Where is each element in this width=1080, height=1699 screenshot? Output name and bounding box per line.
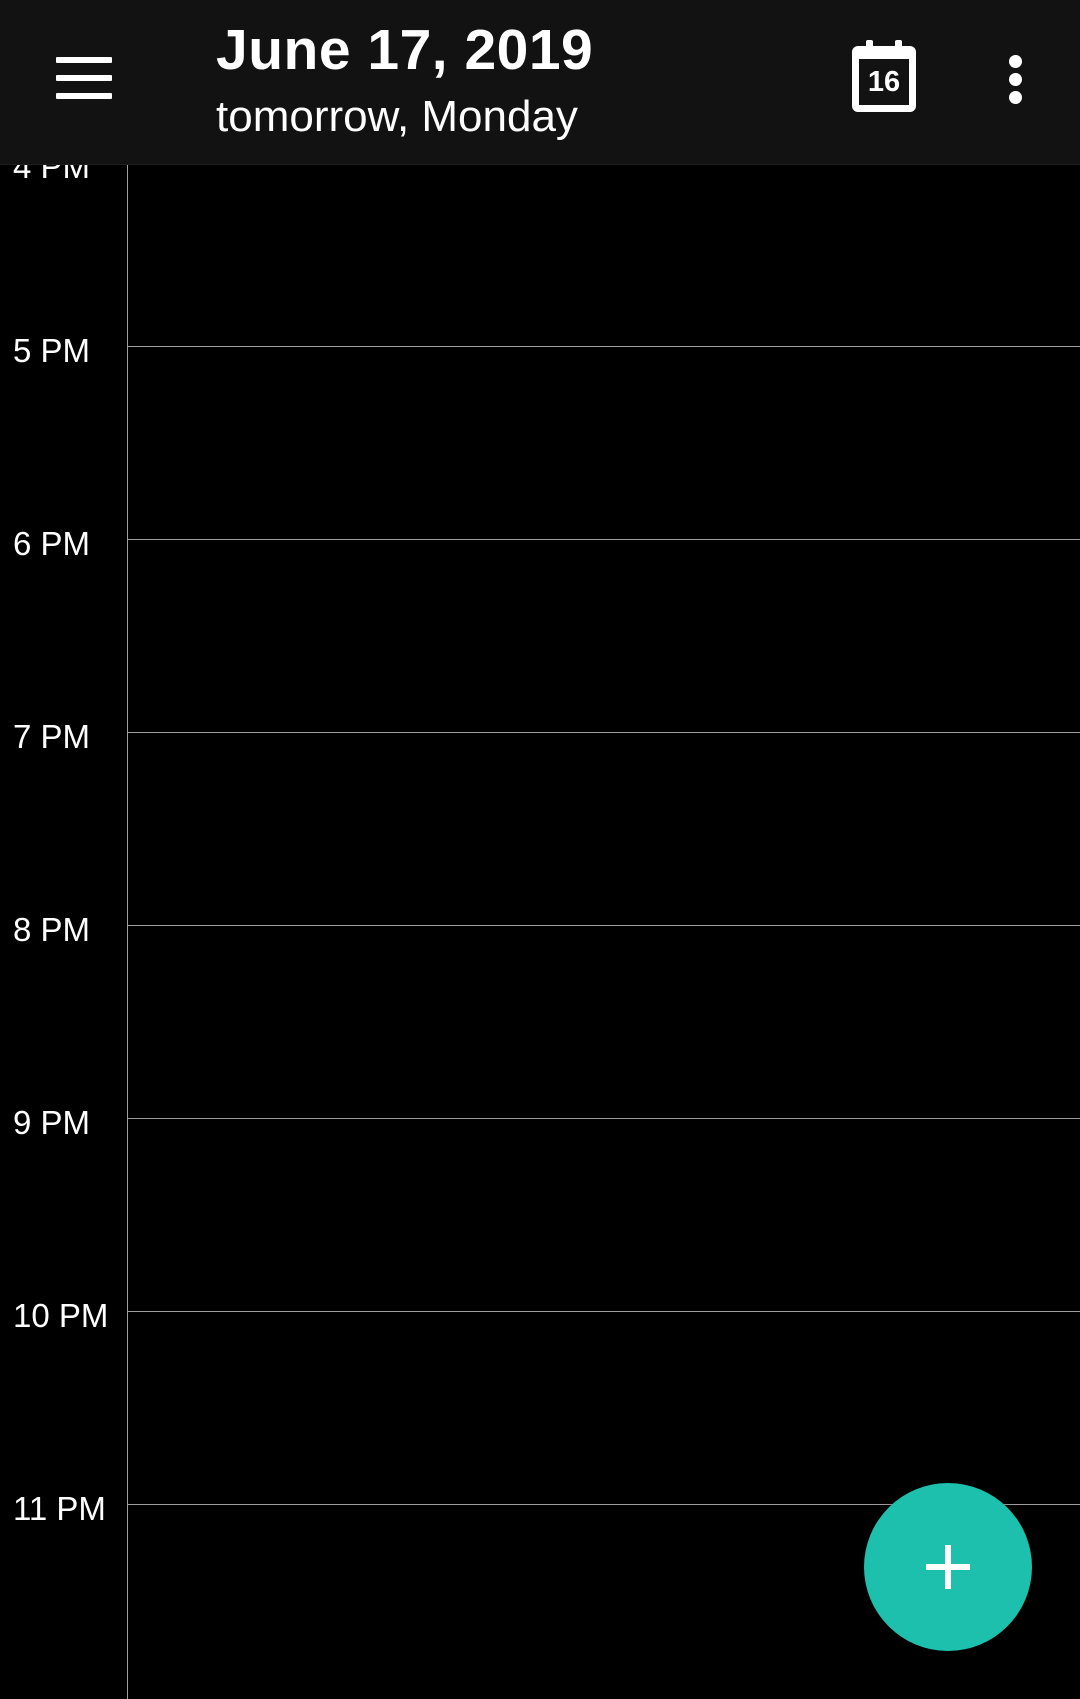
day-timeline[interactable]: 4 PM 5 PM 6 PM 7 PM 8 PM 9 PM 10 PM 11 P… xyxy=(0,165,1080,1699)
calendar-today-icon: 16 xyxy=(852,40,916,112)
hour-label: 6 PM xyxy=(13,525,91,562)
go-to-today-button[interactable]: 16 xyxy=(842,28,932,128)
hour-label: 5 PM xyxy=(13,332,91,369)
hour-line xyxy=(127,539,1080,540)
add-event-button[interactable] xyxy=(864,1483,1032,1651)
hamburger-menu-icon xyxy=(56,57,112,99)
hour-label: 8 PM xyxy=(13,911,91,948)
app-bar: June 17, 2019 tomorrow, Monday 16 xyxy=(0,0,1080,165)
hour-label: 9 PM xyxy=(13,1104,91,1141)
page-subtitle: tomorrow, Monday xyxy=(216,92,578,141)
more-options-button[interactable] xyxy=(985,44,1045,116)
page-title: June 17, 2019 xyxy=(216,18,594,82)
hour-label: 11 PM xyxy=(13,1490,106,1527)
menu-button[interactable] xyxy=(36,42,132,114)
time-gutter-divider xyxy=(127,165,128,1699)
title-block[interactable]: June 17, 2019 tomorrow, Monday xyxy=(216,14,593,148)
hour-line xyxy=(127,1118,1080,1119)
hour-line xyxy=(127,346,1080,347)
hour-label: 10 PM xyxy=(13,1297,109,1334)
hour-line xyxy=(127,732,1080,733)
hour-line xyxy=(127,1311,1080,1312)
hour-label: 7 PM xyxy=(13,718,91,755)
hour-label-partial: 4 PM xyxy=(13,165,91,185)
hour-line xyxy=(127,925,1080,926)
calendar-icon-day: 16 xyxy=(867,66,901,98)
